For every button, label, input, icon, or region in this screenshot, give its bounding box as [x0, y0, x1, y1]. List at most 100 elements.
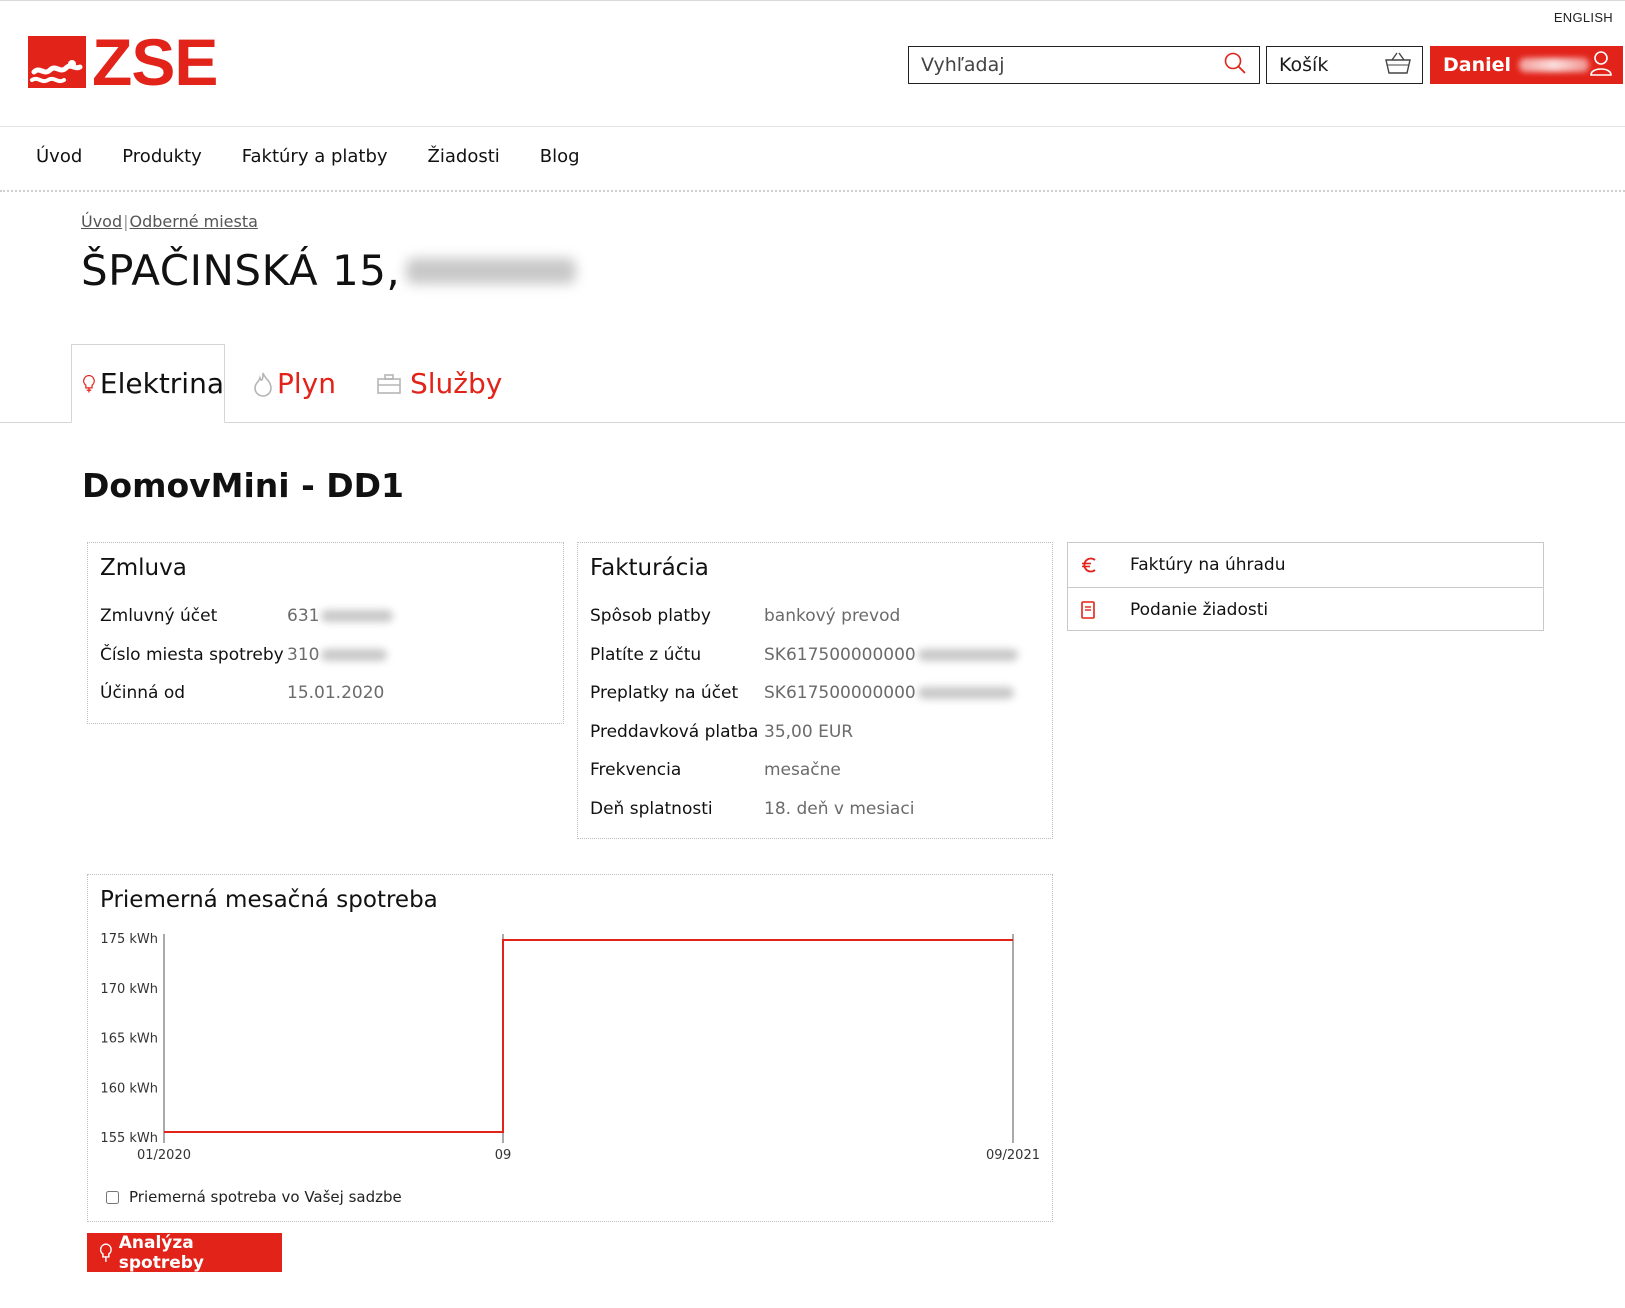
breadcrumb-current[interactable]: Odberné miesta	[130, 212, 258, 231]
redacted-value	[917, 687, 1014, 700]
header-divider	[0, 126, 1625, 127]
analysis-button[interactable]: Analýza spotreby	[87, 1232, 282, 1273]
redacted-value	[321, 610, 394, 623]
contract-row: Zmluvný účet 631	[100, 597, 551, 636]
quick-links: Faktúry na úhradu Podanie žiadosti	[1067, 542, 1544, 631]
cart-label: Košík	[1279, 54, 1329, 76]
billing-row: Platíte z účtu SK617500000000	[590, 636, 1040, 675]
contract-row-value: 15.01.2020	[287, 683, 385, 704]
billing-row-label: Platíte z účtu	[590, 644, 702, 665]
y-tick-label: 155 kWh	[100, 1131, 158, 1146]
contract-card: Zmluva Zmluvný účet 631 Číslo miesta spo…	[87, 542, 564, 724]
billing-row-value: SK617500000000	[764, 683, 1014, 703]
y-tick-label: 160 kWh	[100, 1081, 158, 1096]
user-icon	[1589, 50, 1613, 81]
logo-text: ZSE	[92, 25, 218, 99]
x-tick-label: 09/2021	[986, 1148, 1040, 1163]
page-title: ŠPAČINSKÁ 15,	[81, 246, 401, 295]
contract-title: Zmluva	[100, 555, 187, 581]
billing-row: Preddavková platba 35,00 EUR	[590, 713, 1040, 752]
billing-row-value: bankový prevod	[764, 606, 901, 627]
nav-item-blog[interactable]: Blog	[540, 146, 580, 167]
user-surname-redacted	[1519, 58, 1589, 72]
language-link[interactable]: ENGLISH	[1554, 10, 1613, 25]
breadcrumb-home[interactable]: Úvod	[81, 212, 122, 231]
nav-item-ziadosti[interactable]: Žiadosti	[428, 146, 500, 167]
redacted-value	[917, 648, 1018, 661]
tab-elektrina-label: Elektrina	[99, 367, 224, 400]
top-border	[0, 0, 1625, 1]
user-name: Daniel	[1443, 54, 1512, 76]
billing-row-label: Preddavková platba	[590, 721, 759, 742]
nav-divider	[0, 190, 1625, 192]
nav-item-uvod[interactable]: Úvod	[36, 146, 82, 167]
euro-icon	[1080, 556, 1118, 574]
x-tick-label: 09	[495, 1148, 512, 1163]
document-icon	[1080, 600, 1118, 619]
consumption-point-value: 310	[287, 644, 320, 665]
breadcrumb: Úvod|Odberné miesta	[81, 212, 258, 231]
billing-row-label: Preplatky na účet	[590, 683, 739, 704]
search-input[interactable]	[921, 54, 1223, 76]
y-tick-label: 175 kWh	[100, 932, 158, 947]
paying-account-value: SK617500000000	[764, 644, 916, 665]
x-tick-label: 01/2020	[137, 1148, 191, 1163]
billing-row-value: 18. deň v mesiaci	[764, 798, 915, 819]
billing-card: Fakturácia Spôsob platby bankový prevod …	[577, 542, 1053, 839]
nav-item-faktury-a-platby[interactable]: Faktúry a platby	[242, 146, 388, 167]
quick-link-label: Podanie žiadosti	[1130, 599, 1269, 620]
product-name: DomovMini - DD1	[82, 466, 405, 505]
consumption-chart: 155 kWh 160 kWh 165 kWh 170 kWh 175 kWh 01/20…	[100, 932, 1040, 1163]
contract-row: Číslo miesta spotreby 310	[100, 636, 551, 675]
basket-icon	[1384, 51, 1412, 80]
y-tick-label: 165 kWh	[100, 1032, 158, 1047]
average-consumption-checkbox[interactable]	[106, 1190, 119, 1204]
billing-row-value: mesačne	[764, 760, 841, 781]
analysis-button-label: Analýza spotreby	[118, 1232, 205, 1273]
billing-row-label: Deň splatnosti	[590, 798, 713, 819]
search-box[interactable]	[908, 46, 1260, 84]
quick-link-invoices[interactable]: Faktúry na úhradu	[1068, 543, 1543, 587]
cart-button[interactable]: Košík	[1266, 46, 1423, 84]
contract-row-value: 310	[287, 644, 388, 665]
main-nav: Úvod Produkty Faktúry a platby Žiadosti …	[36, 146, 580, 167]
billing-row-value: 35,00 EUR	[764, 721, 854, 742]
billing-row-label: Frekvencia	[590, 760, 682, 781]
redacted-value	[321, 648, 388, 661]
quick-link-label: Faktúry na úhradu	[1130, 555, 1286, 575]
search-icon[interactable]	[1223, 51, 1247, 80]
tab-sluzby-label: Služby	[410, 367, 503, 400]
tab-plyn[interactable]: Plyn	[253, 344, 336, 423]
contract-row: Účinná od 15.01.2020	[100, 674, 551, 713]
quick-link-request[interactable]: Podanie žiadosti	[1068, 587, 1543, 631]
billing-row: Deň splatnosti 18. deň v mesiaci	[590, 790, 1040, 829]
y-tick-label: 170 kWh	[100, 982, 158, 997]
contract-account-value: 631	[287, 606, 320, 627]
contract-row-label: Číslo miesta spotreby	[100, 644, 284, 665]
logo[interactable]: ZSE	[28, 25, 218, 99]
contract-row-label: Účinná od	[100, 683, 186, 704]
billing-row: Preplatky na účet SK617500000000	[590, 674, 1040, 713]
nav-item-produkty[interactable]: Produkty	[122, 146, 202, 167]
tab-plyn-label: Plyn	[277, 367, 336, 400]
contract-row-label: Zmluvný účet	[100, 606, 218, 627]
tab-sluzby[interactable]: Služby	[376, 344, 502, 423]
tabs-divider	[0, 422, 1625, 423]
page-title-wrap: ŠPAČINSKÁ 15,	[81, 246, 577, 295]
billing-title: Fakturácia	[590, 555, 709, 581]
consumption-card: Priemerná mesačná spotreba 155 kWh 160 kW…	[87, 874, 1053, 1222]
flame-icon	[254, 372, 272, 397]
average-consumption-label: Priemerná spotreba vo Vašej sadzbe	[129, 1188, 402, 1206]
page-title-redacted	[406, 257, 577, 284]
bulb-icon	[83, 374, 95, 392]
user-account-button[interactable]: Daniel	[1430, 46, 1623, 84]
tab-elektrina[interactable]: Elektrina	[71, 344, 225, 423]
billing-row-label: Spôsob platby	[590, 606, 711, 627]
consumption-series-line	[164, 938, 1013, 1134]
average-consumption-toggle[interactable]: Priemerná spotreba vo Vašej sadzbe	[106, 1188, 402, 1206]
billing-row: Frekvencia mesačne	[590, 751, 1040, 790]
briefcase-icon	[377, 373, 401, 394]
zse-logo-mark-icon	[28, 36, 86, 88]
contract-row-value: 631	[287, 606, 394, 627]
overpayment-account-value: SK617500000000	[764, 683, 916, 704]
